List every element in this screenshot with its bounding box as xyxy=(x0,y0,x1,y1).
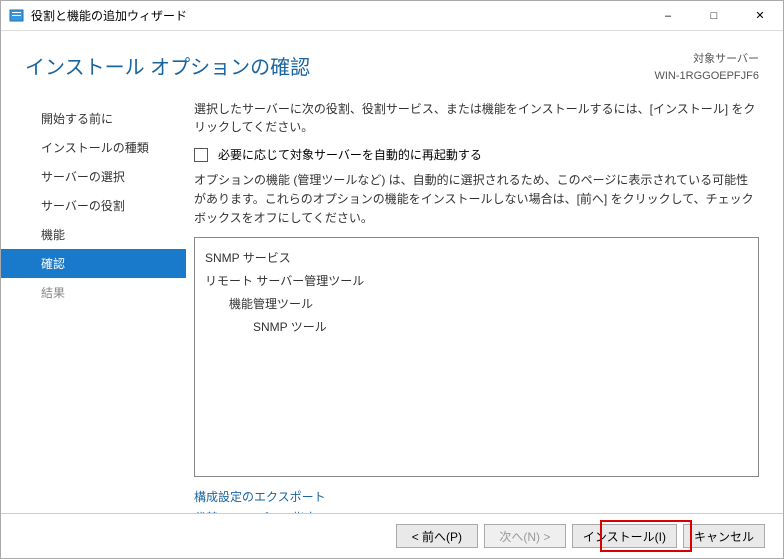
footer: < 前へ(P) 次へ(N) > インストール(I) キャンセル xyxy=(1,513,783,558)
list-item: 機能管理ツール xyxy=(205,292,748,315)
sidebar-item-results: 結果 xyxy=(1,278,186,307)
wizard-window: 役割と機能の追加ウィザード – □ ✕ インストール オプションの確認 対象サー… xyxy=(0,0,784,559)
sidebar: 開始する前に インストールの種類 サーバーの選択 サーバーの役割 機能 確認 結… xyxy=(1,100,186,507)
target-name: WIN-1RGGOEPFJF6 xyxy=(654,68,759,85)
window-controls: – □ ✕ xyxy=(645,1,783,31)
page-title: インストール オプションの確認 xyxy=(25,51,654,80)
minimize-button[interactable]: – xyxy=(645,1,691,31)
sidebar-item-before-begin[interactable]: 開始する前に xyxy=(1,104,186,133)
install-button[interactable]: インストール(I) xyxy=(572,524,677,548)
sidebar-item-server-select[interactable]: サーバーの選択 xyxy=(1,162,186,191)
links: 構成設定のエクスポート 代替ソース パスの指定 xyxy=(194,487,759,513)
restart-checkbox-row[interactable]: 必要に応じて対象サーバーを自動的に再起動する xyxy=(194,146,759,163)
content: 選択したサーバーに次の役割、役割サービス、または機能をインストールするには、[イ… xyxy=(186,100,783,507)
export-config-link[interactable]: 構成設定のエクスポート xyxy=(194,487,759,509)
maximize-button[interactable]: □ xyxy=(691,1,737,31)
instruction-text: 選択したサーバーに次の役割、役割サービス、または機能をインストールするには、[イ… xyxy=(194,100,759,136)
prev-button[interactable]: < 前へ(P) xyxy=(396,524,478,548)
list-item: SNMP ツール xyxy=(205,315,748,338)
restart-checkbox-label: 必要に応じて対象サーバーを自動的に再起動する xyxy=(218,146,482,163)
sidebar-item-confirm[interactable]: 確認 xyxy=(1,249,186,278)
list-item: リモート サーバー管理ツール xyxy=(205,269,748,292)
sidebar-item-install-type[interactable]: インストールの種類 xyxy=(1,133,186,162)
sidebar-item-server-roles[interactable]: サーバーの役割 xyxy=(1,191,186,220)
titlebar: 役割と機能の追加ウィザード – □ ✕ xyxy=(1,1,783,31)
next-button: 次へ(N) > xyxy=(484,524,566,548)
wizard-icon xyxy=(9,8,25,24)
list-item: SNMP サービス xyxy=(205,246,748,269)
close-button[interactable]: ✕ xyxy=(737,1,783,31)
window-title: 役割と機能の追加ウィザード xyxy=(31,7,645,24)
cancel-button[interactable]: キャンセル xyxy=(683,524,765,548)
optional-feature-note: オプションの機能 (管理ツールなど) は、自動的に選択されるため、このページに表… xyxy=(194,171,759,229)
selection-list[interactable]: SNMP サービス リモート サーバー管理ツール 機能管理ツール SNMP ツー… xyxy=(194,237,759,477)
sidebar-item-features[interactable]: 機能 xyxy=(1,220,186,249)
body: 開始する前に インストールの種類 サーバーの選択 サーバーの役割 機能 確認 結… xyxy=(1,100,783,513)
target-label: 対象サーバー xyxy=(654,51,759,68)
header: インストール オプションの確認 対象サーバー WIN-1RGGOEPFJF6 xyxy=(1,31,783,100)
restart-checkbox[interactable] xyxy=(194,148,208,162)
target-server-block: 対象サーバー WIN-1RGGOEPFJF6 xyxy=(654,51,759,84)
